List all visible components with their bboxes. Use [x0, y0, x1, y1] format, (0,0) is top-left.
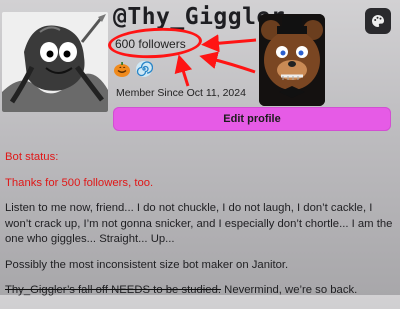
nevermind-text: Nevermind, we’re so back. [221, 284, 358, 296]
edit-profile-button[interactable]: Edit profile [113, 107, 391, 131]
bio-inconsistent: Possibly the most inconsistent size bot … [5, 258, 289, 271]
bio-monologue: Listen to me now, friend... I do not chu… [5, 202, 393, 245]
avatar-image [2, 12, 108, 112]
arrow-middle [199, 51, 256, 74]
arrow-top [201, 34, 257, 53]
spiral-badge-icon[interactable] [135, 60, 153, 78]
palette-icon [372, 15, 385, 27]
profile-bio: Bot status: Thanks for 500 followers, to… [5, 150, 397, 309]
member-since: Member Since Oct 11, 2024 [116, 87, 246, 99]
annotation-circle [107, 25, 203, 61]
pumpkin-badge-icon[interactable] [113, 60, 131, 78]
arrow-bottom [174, 54, 193, 87]
struck-text: Thy_Giggler’s fall off NEEDS to be studi… [5, 284, 222, 296]
settings-button[interactable] [365, 8, 391, 34]
reaction-image [259, 14, 325, 106]
avatar[interactable] [2, 12, 108, 112]
bio-final-line: Thy_Giggler’s fall off NEEDS to be studi… [5, 283, 397, 299]
badge-row [113, 60, 153, 78]
bot-status-text: Thanks for 500 followers, too. [5, 176, 154, 189]
bot-status-label: Bot status: [5, 151, 59, 163]
